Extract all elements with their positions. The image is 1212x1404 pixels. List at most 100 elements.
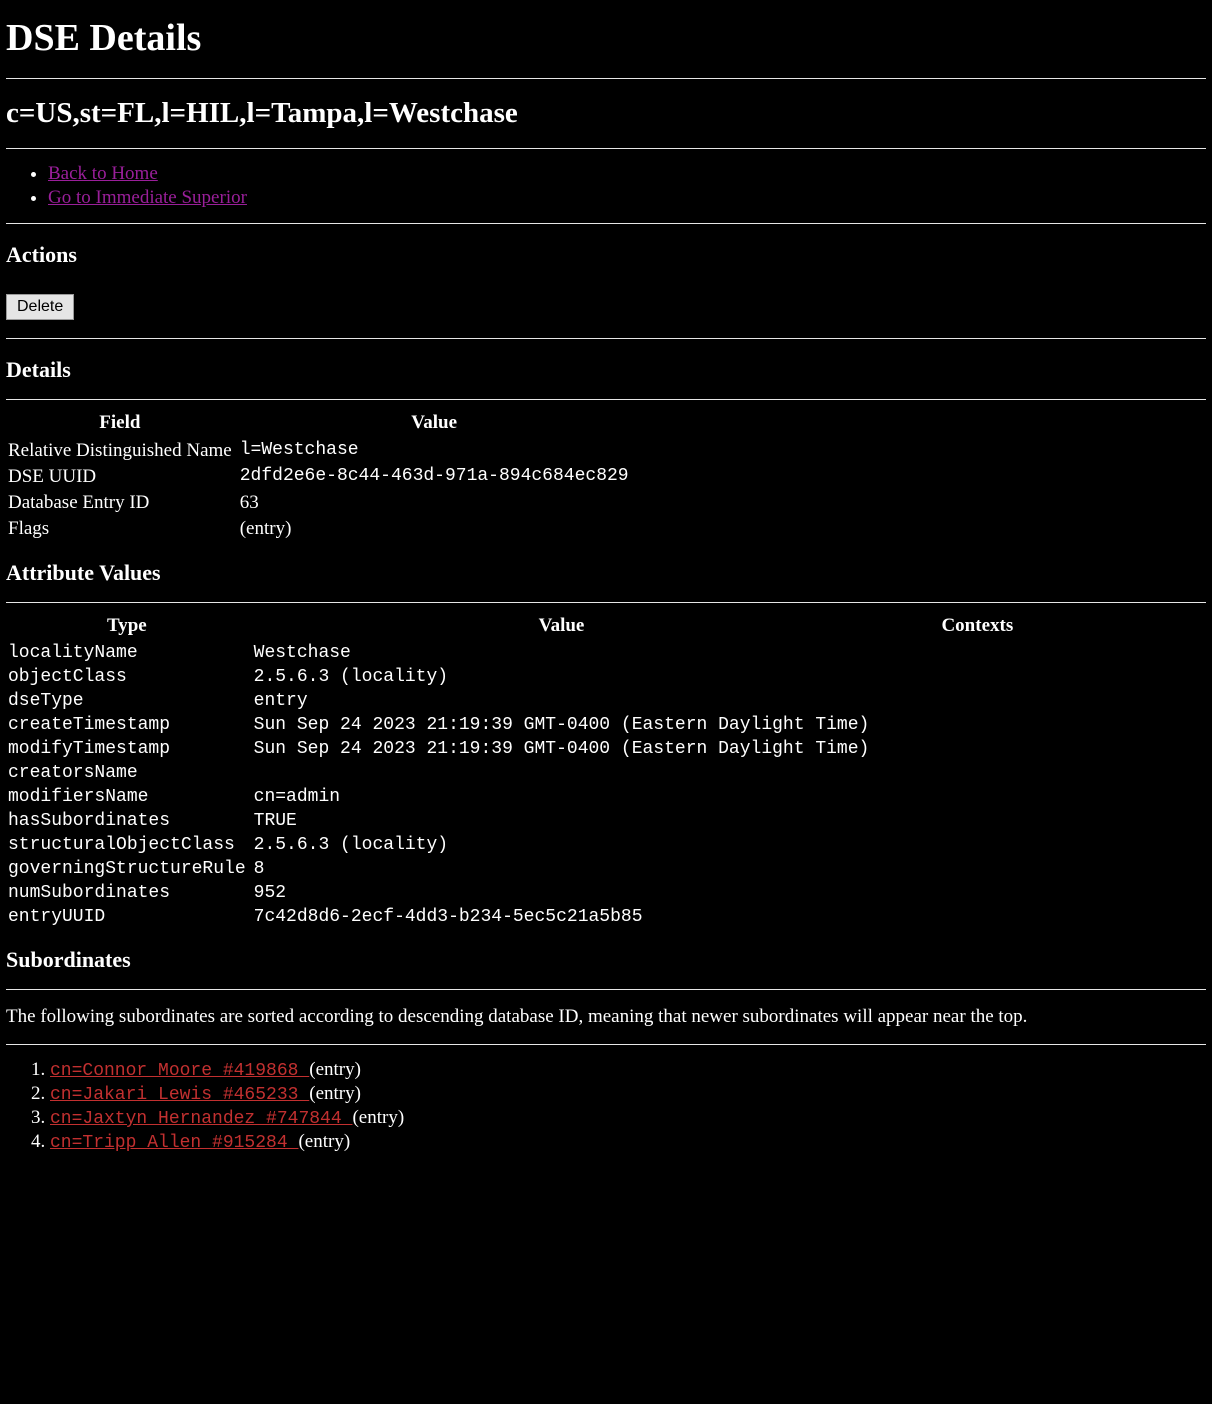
attr-type: entryUUID (6, 905, 252, 929)
attr-type: createTimestamp (6, 713, 252, 737)
table-row: governingStructureRule8 (6, 857, 1083, 881)
divider (6, 1044, 1206, 1045)
attr-value: 8 (252, 857, 876, 881)
details-value: l=Westchase (238, 438, 635, 464)
details-value: (entry) (238, 516, 635, 542)
divider (6, 148, 1206, 149)
attr-contexts (875, 809, 1083, 833)
list-item: cn=Jakari Lewis #465233 (entry) (50, 1083, 1206, 1105)
list-item: Back to Home (48, 163, 1206, 185)
attr-value: Sun Sep 24 2023 21:19:39 GMT-0400 (Easte… (252, 737, 876, 761)
attr-type: creatorsName (6, 761, 252, 785)
attr-contexts (875, 737, 1083, 761)
table-row: hasSubordinatesTRUE (6, 809, 1083, 833)
attr-type: dseType (6, 689, 252, 713)
divider (6, 602, 1206, 603)
attr-value: cn=admin (252, 785, 876, 809)
nav-list: Back to Home Go to Immediate Superior (6, 163, 1206, 209)
details-field: Relative Distinguished Name (6, 438, 238, 464)
table-row: Database Entry ID63 (6, 490, 635, 516)
details-value: 63 (238, 490, 635, 516)
subordinate-flag: (entry) (309, 1083, 361, 1104)
page-title: DSE Details (6, 16, 1206, 60)
list-item: cn=Jaxtyn Hernandez #747844 (entry) (50, 1107, 1206, 1129)
table-row: Relative Distinguished Namel=Westchase (6, 438, 635, 464)
subordinate-flag: (entry) (352, 1107, 404, 1128)
delete-button[interactable]: Delete (6, 294, 74, 320)
attr-type: modifiersName (6, 785, 252, 809)
dn-heading: c=US,st=FL,l=HIL,l=Tampa,l=Westchase (6, 97, 1206, 130)
go-to-superior-link[interactable]: Go to Immediate Superior (48, 187, 247, 208)
details-header-field: Field (6, 410, 238, 438)
table-row: dseTypeentry (6, 689, 1083, 713)
attr-contexts (875, 905, 1083, 929)
table-row: creatorsName (6, 761, 1083, 785)
attr-contexts (875, 665, 1083, 689)
list-item: cn=Connor Moore #419868 (entry) (50, 1059, 1206, 1081)
list-item: Go to Immediate Superior (48, 187, 1206, 209)
attr-value: Westchase (252, 641, 876, 665)
details-header-value: Value (238, 410, 635, 438)
back-to-home-link[interactable]: Back to Home (48, 163, 158, 184)
attr-value: TRUE (252, 809, 876, 833)
attr-header-value: Value (252, 613, 876, 641)
attr-type: localityName (6, 641, 252, 665)
table-row: localityNameWestchase (6, 641, 1083, 665)
divider (6, 78, 1206, 79)
attr-contexts (875, 761, 1083, 785)
actions-heading: Actions (6, 242, 1206, 268)
attr-type: hasSubordinates (6, 809, 252, 833)
subordinate-link[interactable]: cn=Jaxtyn Hernandez #747844 (50, 1109, 352, 1129)
details-heading: Details (6, 357, 1206, 383)
attr-contexts (875, 689, 1083, 713)
subordinates-heading: Subordinates (6, 947, 1206, 973)
attr-header-type: Type (6, 613, 252, 641)
attr-type: objectClass (6, 665, 252, 689)
divider (6, 338, 1206, 339)
divider (6, 989, 1206, 990)
attr-type: numSubordinates (6, 881, 252, 905)
attr-contexts (875, 833, 1083, 857)
table-row: entryUUID7c42d8d6-2ecf-4dd3-b234-5ec5c21… (6, 905, 1083, 929)
attr-value: Sun Sep 24 2023 21:19:39 GMT-0400 (Easte… (252, 713, 876, 737)
table-row: Flags(entry) (6, 516, 635, 542)
table-row: DSE UUID2dfd2e6e-8c44-463d-971a-894c684e… (6, 464, 635, 490)
attr-value: 2.5.6.3 (locality) (252, 833, 876, 857)
list-item: cn=Tripp Allen #915284 (entry) (50, 1131, 1206, 1153)
attr-type: governingStructureRule (6, 857, 252, 881)
attr-contexts (875, 785, 1083, 809)
table-row: createTimestampSun Sep 24 2023 21:19:39 … (6, 713, 1083, 737)
details-table: Field Value Relative Distinguished Namel… (6, 410, 635, 542)
attr-contexts (875, 713, 1083, 737)
attr-type: structuralObjectClass (6, 833, 252, 857)
attr-value: entry (252, 689, 876, 713)
attr-value: 952 (252, 881, 876, 905)
table-row: objectClass2.5.6.3 (locality) (6, 665, 1083, 689)
attr-value (252, 761, 876, 785)
attribute-values-table: Type Value Contexts localityNameWestchas… (6, 613, 1083, 929)
table-row: structuralObjectClass2.5.6.3 (locality) (6, 833, 1083, 857)
table-row: modifiersNamecn=admin (6, 785, 1083, 809)
attr-value: 7c42d8d6-2ecf-4dd3-b234-5ec5c21a5b85 (252, 905, 876, 929)
attr-contexts (875, 857, 1083, 881)
table-row: numSubordinates952 (6, 881, 1083, 905)
subordinates-list: cn=Connor Moore #419868 (entry)cn=Jakari… (6, 1059, 1206, 1153)
details-field: Flags (6, 516, 238, 542)
details-field: DSE UUID (6, 464, 238, 490)
attr-header-contexts: Contexts (875, 613, 1083, 641)
attr-contexts (875, 641, 1083, 665)
subordinate-flag: (entry) (298, 1131, 350, 1152)
subordinate-link[interactable]: cn=Tripp Allen #915284 (50, 1133, 298, 1153)
details-value: 2dfd2e6e-8c44-463d-971a-894c684ec829 (238, 464, 635, 490)
divider (6, 223, 1206, 224)
details-field: Database Entry ID (6, 490, 238, 516)
attr-contexts (875, 881, 1083, 905)
subordinate-link[interactable]: cn=Connor Moore #419868 (50, 1061, 309, 1081)
subordinates-intro: The following subordinates are sorted ac… (6, 1006, 1206, 1028)
table-row: modifyTimestampSun Sep 24 2023 21:19:39 … (6, 737, 1083, 761)
attr-type: modifyTimestamp (6, 737, 252, 761)
subordinate-link[interactable]: cn=Jakari Lewis #465233 (50, 1085, 309, 1105)
subordinate-flag: (entry) (309, 1059, 361, 1080)
divider (6, 399, 1206, 400)
attr-value: 2.5.6.3 (locality) (252, 665, 876, 689)
